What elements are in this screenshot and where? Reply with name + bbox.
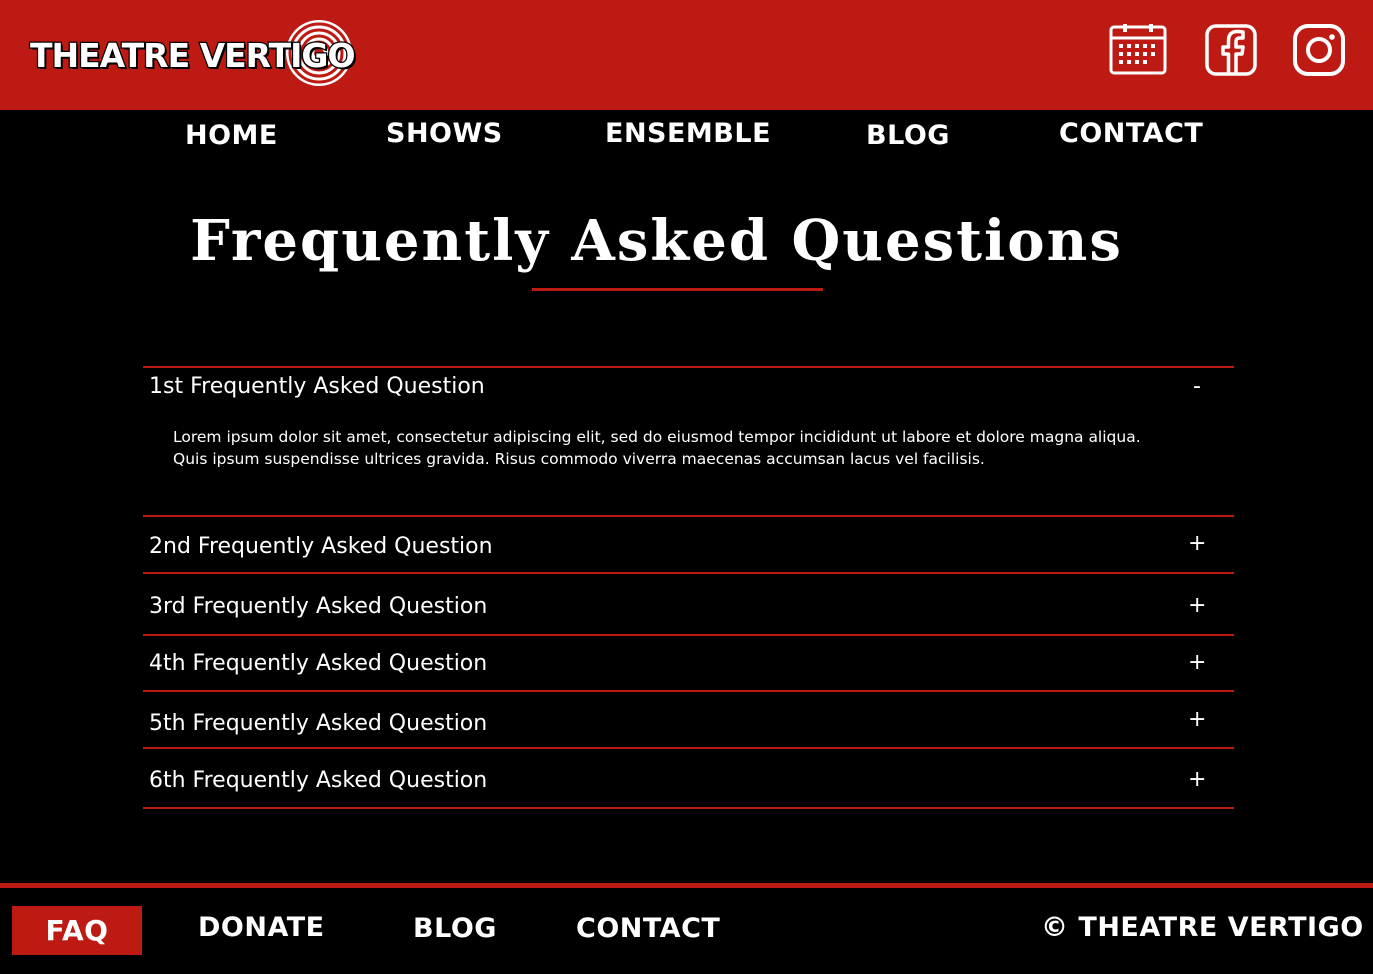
footer-divider: [0, 883, 1373, 888]
footer-blog-link[interactable]: BLOG: [413, 913, 497, 944]
faq-divider: [143, 572, 1234, 574]
nav-home-link[interactable]: HOME: [185, 120, 278, 151]
facebook-icon[interactable]: [1203, 24, 1259, 76]
faq-question-4[interactable]: 4th Frequently Asked Question: [149, 651, 487, 676]
faq-expand-toggle-5[interactable]: +: [1188, 707, 1206, 732]
faq-divider: [143, 690, 1234, 692]
faq-expand-toggle-6[interactable]: +: [1188, 767, 1206, 792]
nav-blog-link[interactable]: BLOG: [866, 120, 950, 151]
footer-contact-link[interactable]: CONTACT: [576, 913, 720, 944]
faq-divider: [143, 515, 1234, 517]
calendar-icon[interactable]: [1109, 24, 1167, 76]
copyright-text: © THEATRE VERTIGO: [1041, 912, 1364, 943]
page-title: Frequently Asked Questions: [190, 208, 1123, 274]
faq-question-6[interactable]: 6th Frequently Asked Question: [149, 768, 487, 793]
title-underline: [532, 288, 823, 291]
footer-faq-link[interactable]: FAQ: [12, 906, 142, 955]
header-bar: THEATRE VERTIGO: [0, 0, 1373, 110]
instagram-icon[interactable]: [1291, 24, 1347, 76]
faq-expand-toggle-4[interactable]: +: [1188, 650, 1206, 675]
faq-question-3[interactable]: 3rd Frequently Asked Question: [149, 594, 487, 619]
nav-contact-link[interactable]: CONTACT: [1059, 118, 1203, 149]
faq-question-2[interactable]: 2nd Frequently Asked Question: [149, 534, 493, 559]
logo-text: THEATRE VERTIGO: [29, 35, 357, 77]
nav-shows-link[interactable]: SHOWS: [386, 118, 503, 149]
footer-donate-link[interactable]: DONATE: [198, 912, 325, 943]
site-logo[interactable]: THEATRE VERTIGO: [29, 18, 357, 86]
faq-divider: [143, 807, 1234, 809]
faq-expand-toggle-2[interactable]: +: [1188, 531, 1206, 556]
faq-answer-1: Lorem ipsum dolor sit amet, consectetur …: [173, 426, 1203, 470]
faq-answer-line: Quis ipsum suspendisse ultrices gravida.…: [173, 450, 985, 468]
faq-expand-toggle-3[interactable]: +: [1188, 593, 1206, 618]
nav-ensemble-link[interactable]: ENSEMBLE: [605, 118, 771, 149]
faq-divider: [143, 366, 1234, 368]
faq-divider: [143, 747, 1234, 749]
faq-answer-line: Lorem ipsum dolor sit amet, consectetur …: [173, 428, 1141, 446]
faq-collapse-toggle-1[interactable]: -: [1188, 374, 1206, 399]
faq-question-5[interactable]: 5th Frequently Asked Question: [149, 711, 487, 736]
faq-question-1[interactable]: 1st Frequently Asked Question: [149, 374, 485, 399]
faq-divider: [143, 634, 1234, 636]
